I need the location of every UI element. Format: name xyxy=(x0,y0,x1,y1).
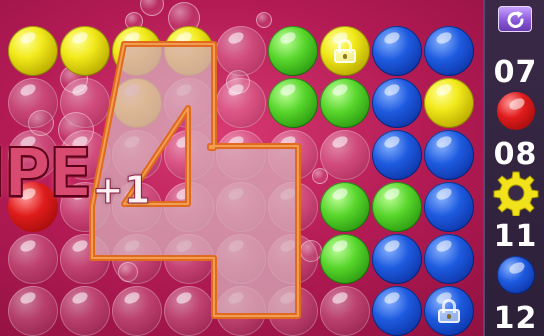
green-ball[interactable] xyxy=(372,182,422,232)
restart-button[interactable] xyxy=(498,6,532,32)
blue-ball[interactable] xyxy=(372,26,422,76)
bonus-text: +1 xyxy=(91,168,151,213)
gear-icon xyxy=(493,170,539,217)
lock-icon xyxy=(334,39,356,63)
blue-ball[interactable] xyxy=(424,182,474,232)
empty-slot[interactable] xyxy=(8,234,58,284)
blue-ball[interactable] xyxy=(372,234,422,284)
restart-icon xyxy=(507,11,524,28)
red-ball-icon xyxy=(497,92,535,130)
lock-icon xyxy=(438,299,460,323)
counter-value-3: 11 xyxy=(493,219,538,254)
empty-slot[interactable] xyxy=(8,78,58,128)
sidebar-panel: 07 08 11 12 xyxy=(483,0,544,336)
blue-ball[interactable] xyxy=(424,234,474,284)
combo-word-text: IPE xyxy=(0,135,93,213)
blue-ball[interactable] xyxy=(424,26,474,76)
blue-ball[interactable] xyxy=(372,286,422,336)
blue-ball-icon xyxy=(497,256,535,294)
blue-ball[interactable] xyxy=(424,130,474,180)
counter-value-4: 12 xyxy=(493,301,538,336)
empty-slot[interactable] xyxy=(8,286,58,336)
counter-value-1: 07 xyxy=(493,55,538,90)
empty-slot[interactable] xyxy=(320,286,370,336)
green-ball[interactable] xyxy=(320,182,370,232)
yellow-ball-locked[interactable] xyxy=(320,26,370,76)
yellow-ball[interactable] xyxy=(8,26,58,76)
empty-slot[interactable] xyxy=(320,130,370,180)
blue-ball[interactable] xyxy=(372,78,422,128)
game-screen: 4 IPE +1 07 08 11 12 xyxy=(0,0,544,336)
blue-ball[interactable] xyxy=(372,130,422,180)
green-ball[interactable] xyxy=(320,234,370,284)
yellow-ball[interactable] xyxy=(424,78,474,128)
counter-value-2: 08 xyxy=(493,137,538,172)
blue-ball-locked[interactable] xyxy=(424,286,474,336)
green-ball[interactable] xyxy=(320,78,370,128)
